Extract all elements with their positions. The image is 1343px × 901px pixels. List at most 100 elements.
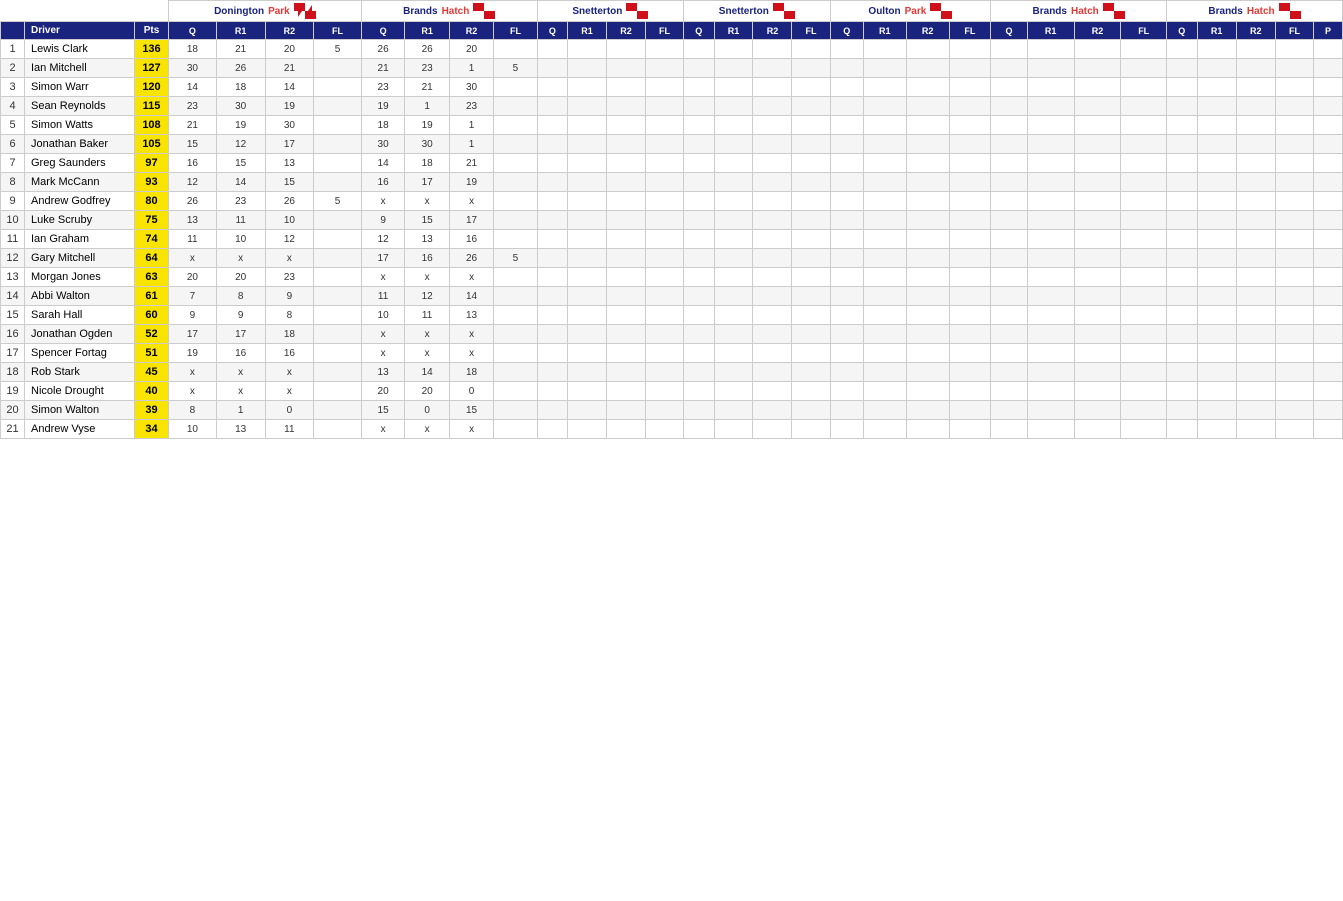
data-cell — [1314, 268, 1343, 287]
data-cell — [949, 306, 991, 325]
data-cell — [646, 268, 684, 287]
data-cell — [1027, 230, 1074, 249]
data-cell — [568, 420, 607, 439]
data-cell — [1197, 306, 1236, 325]
data-cell — [792, 59, 830, 78]
data-cell — [1314, 401, 1343, 420]
data-cell — [714, 135, 753, 154]
data-cell — [1197, 135, 1236, 154]
table-row: 19Nicole Drought40xxx20200 — [1, 382, 1343, 401]
data-cell — [753, 40, 792, 59]
data-cell: 26 — [405, 40, 449, 59]
bh1-r2: R2 — [449, 22, 493, 40]
data-cell — [568, 268, 607, 287]
data-cell — [949, 230, 991, 249]
data-cell — [949, 211, 991, 230]
data-cell — [714, 420, 753, 439]
data-cell — [1275, 154, 1313, 173]
data-cell — [1167, 401, 1198, 420]
data-cell: 19 — [405, 116, 449, 135]
data-cell: 20 — [169, 268, 217, 287]
data-cell — [991, 382, 1028, 401]
data-cell — [607, 173, 646, 192]
data-cell — [1197, 97, 1236, 116]
data-cell — [314, 154, 362, 173]
data-cell — [991, 344, 1028, 363]
pts-cell: 97 — [135, 154, 169, 173]
data-cell — [1314, 211, 1343, 230]
data-cell — [684, 420, 714, 439]
data-cell — [753, 154, 792, 173]
data-cell — [1197, 325, 1236, 344]
data-cell — [792, 249, 830, 268]
data-cell — [830, 116, 863, 135]
data-cell: 0 — [265, 401, 314, 420]
data-cell — [753, 78, 792, 97]
snetterton2-flag — [773, 3, 795, 19]
data-cell — [1275, 420, 1313, 439]
data-cell — [314, 249, 362, 268]
data-cell — [314, 401, 362, 420]
bh2-r2: R2 — [1074, 22, 1121, 40]
pos-cell: 15 — [1, 306, 25, 325]
data-cell — [1236, 116, 1275, 135]
op-r2: R2 — [906, 22, 949, 40]
data-cell — [1074, 325, 1121, 344]
data-cell — [830, 173, 863, 192]
driver-name-cell: Mark McCann — [25, 173, 135, 192]
pts-cell: 80 — [135, 192, 169, 211]
data-cell — [537, 173, 567, 192]
data-cell: 12 — [361, 230, 405, 249]
data-cell — [1236, 230, 1275, 249]
data-cell: 20 — [449, 40, 493, 59]
data-cell — [1236, 97, 1275, 116]
data-cell — [314, 344, 362, 363]
data-cell — [1314, 382, 1343, 401]
data-cell — [684, 97, 714, 116]
pts-cell: 60 — [135, 306, 169, 325]
pos-cell: 17 — [1, 344, 25, 363]
data-cell — [1167, 344, 1198, 363]
data-cell: x — [449, 325, 493, 344]
data-cell: 16 — [265, 344, 314, 363]
pts-cell: 74 — [135, 230, 169, 249]
pos-cell: 1 — [1, 40, 25, 59]
data-cell — [792, 173, 830, 192]
data-cell — [1314, 325, 1343, 344]
data-cell — [906, 363, 949, 382]
data-cell — [1074, 97, 1121, 116]
data-cell — [1236, 249, 1275, 268]
data-cell — [1236, 211, 1275, 230]
venue-snetterton1: Snetterton — [537, 1, 683, 22]
data-cell — [1074, 135, 1121, 154]
data-cell: 16 — [169, 154, 217, 173]
data-cell — [1167, 154, 1198, 173]
driver-name-cell: Jonathan Ogden — [25, 325, 135, 344]
driver-name-cell: Spencer Fortag — [25, 344, 135, 363]
driver-name-cell: Gary Mitchell — [25, 249, 135, 268]
data-cell — [1314, 59, 1343, 78]
data-cell — [1027, 382, 1074, 401]
driver-name-cell: Ian Mitchell — [25, 59, 135, 78]
data-cell — [646, 154, 684, 173]
driver-name-cell: Simon Watts — [25, 116, 135, 135]
data-cell — [863, 325, 906, 344]
data-cell — [494, 401, 537, 420]
data-cell — [792, 382, 830, 401]
data-cell — [714, 287, 753, 306]
table-row: 18Rob Stark45xxx131418 — [1, 363, 1343, 382]
data-cell — [1197, 344, 1236, 363]
data-cell — [537, 116, 567, 135]
data-cell — [1121, 116, 1167, 135]
data-cell — [314, 59, 362, 78]
data-cell: 1 — [449, 116, 493, 135]
data-cell — [792, 325, 830, 344]
data-cell: 17 — [361, 249, 405, 268]
data-cell — [684, 325, 714, 344]
data-cell: 26 — [265, 192, 314, 211]
data-cell — [991, 287, 1028, 306]
data-cell — [1236, 59, 1275, 78]
bh3-q: Q — [1167, 22, 1198, 40]
data-cell — [568, 230, 607, 249]
data-cell — [568, 154, 607, 173]
